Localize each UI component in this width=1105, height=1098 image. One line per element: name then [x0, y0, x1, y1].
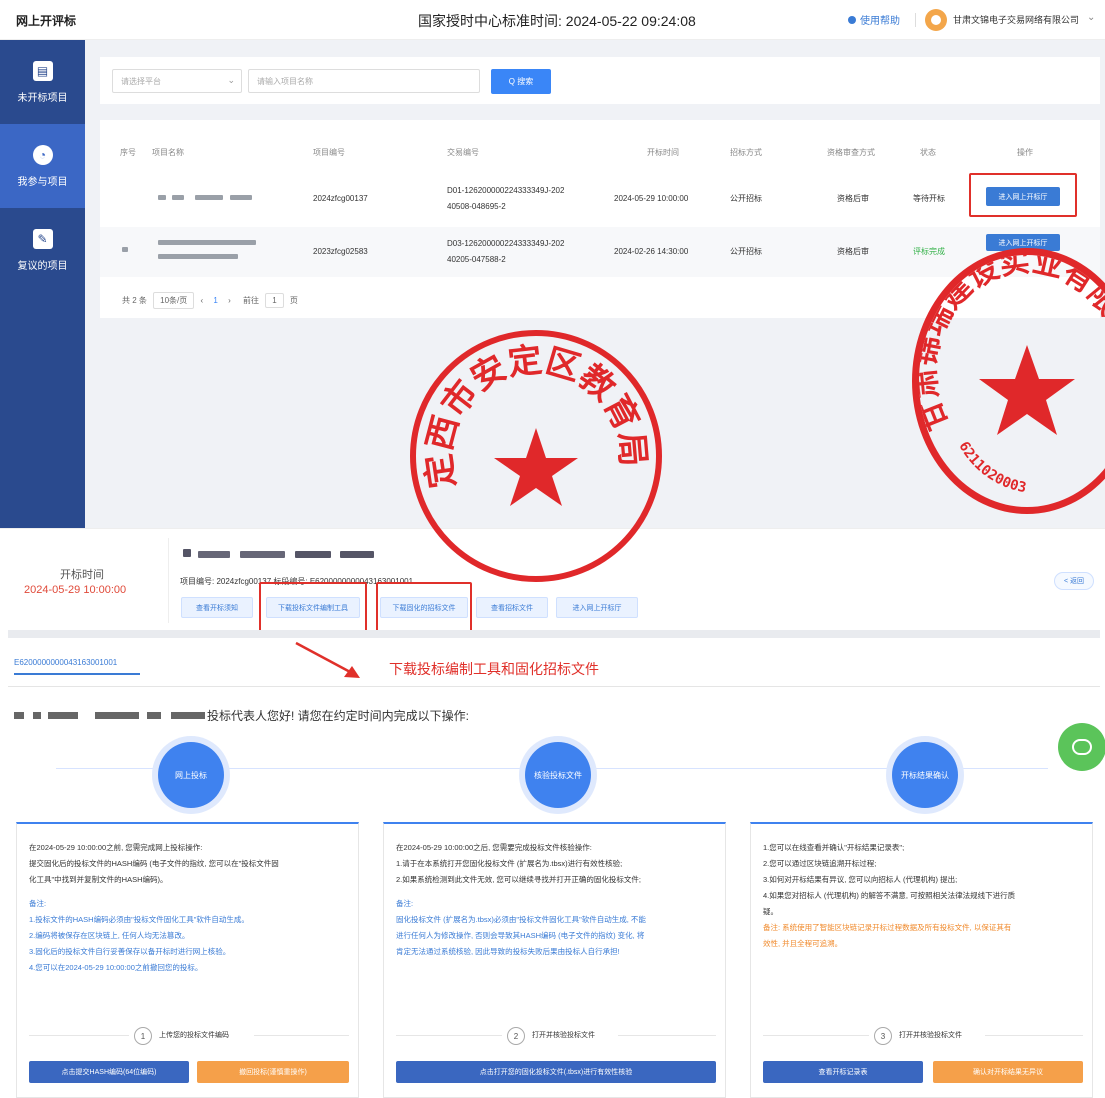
step-label: 上传您的投标文件编码 — [159, 1032, 229, 1039]
step-label: 打开并核验投标文件 — [532, 1032, 595, 1039]
step-circle-bid: 网上投标 — [158, 742, 224, 808]
redacted-text — [147, 712, 161, 719]
panel-note: 备注: — [396, 899, 414, 908]
redacted-text — [33, 712, 41, 719]
step-label: 打开并核验投标文件 — [899, 1032, 962, 1039]
seal-stamp-company: 甘肃锦瑞建设实业有限 6211020003 — [912, 248, 1105, 514]
step-divider — [29, 1035, 129, 1036]
svg-text:6211020003: 6211020003 — [955, 439, 1027, 496]
redacted-text — [95, 712, 139, 719]
redacted-text — [14, 712, 24, 719]
step-number: 1 — [134, 1027, 152, 1045]
step-number: 3 — [874, 1027, 892, 1045]
chat-icon — [1072, 739, 1092, 755]
view-record-button[interactable]: 查看开标记录表 — [763, 1061, 923, 1083]
redacted-text — [48, 712, 78, 719]
step-circle-confirm: 开标结果确认 — [892, 742, 958, 808]
panel-warning: 备注: 系统使用了智能区块链记录开标过程数据及所有投标文件, 以保证其有 效性,… — [763, 920, 1083, 952]
panel-notes: 备注: 固化投标文件 (扩展名为.tbsx)必须由"投标文件固化工具"软件自动生… — [396, 896, 716, 960]
panel-line: 在2024-05-29 10:00:00之前, 您需完成网上投标操作: — [29, 843, 203, 852]
withdraw-bid-button[interactable]: 撤回投标(谨慎重操作) — [197, 1061, 349, 1083]
chat-button[interactable] — [1058, 723, 1105, 771]
step-divider — [618, 1035, 716, 1036]
redacted-text — [171, 712, 205, 719]
panel-line: 在2024-05-29 10:00:00之后, 您需要完成投标文件核验操作: — [396, 843, 592, 852]
panel-text: 1.您可以在线查看并确认"开标结果记录表"; 2.您可以通过区块链追溯开标过程;… — [763, 840, 1083, 920]
step-divider — [396, 1035, 502, 1036]
greeting-text: 投标代表人您好! 请您在约定时间内完成以下操作: — [207, 709, 470, 723]
panel-warn-line: 效性, 并且全程可追溯。 — [763, 939, 843, 948]
panel-warn-line: 备注: 系统使用了智能区块链记录开标过程数据及所有投标文件, 以保证其有 — [763, 923, 1012, 932]
panel-note: 4.您可以在2024-05-29 10:00:00之前撤回您的投标。 — [29, 963, 203, 972]
panel-line: 4.如果您对招标人 (代理机构) 的解答不满意, 可按照相关法律法规线下进行质 — [763, 891, 1016, 900]
seal-stamp-education-bureau: 定西市安定区教育局 — [410, 330, 662, 582]
open-verify-button[interactable]: 点击打开您的固化投标文件(.tbsx)进行有效性核验 — [396, 1061, 716, 1083]
annotation-text: 下载投标编制工具和固化招标文件 — [389, 661, 599, 677]
panel-note: 备注: — [29, 899, 47, 908]
step-divider — [254, 1035, 349, 1036]
panel-verify: 在2024-05-29 10:00:00之后, 您需要完成投标文件核验操作: 1… — [383, 822, 726, 1098]
panel-line: 1.您可以在线查看并确认"开标结果记录表"; — [763, 843, 905, 852]
panel-note: 肯定无法通过系统核验, 因此导致的投标失败后果由投标人自行承担! — [396, 947, 620, 956]
seal-code: 6211020003 — [955, 439, 1027, 496]
panel-text: 在2024-05-29 10:00:00之前, 您需完成网上投标操作: 提交固化… — [29, 840, 349, 888]
seal-graphic: 定西市安定区教育局 — [419, 340, 653, 506]
panel-note: 1.投标文件的HASH编码必须由"投标文件固化工具"软件自动生成。 — [29, 915, 249, 924]
panel-online-bid: 在2024-05-29 10:00:00之前, 您需完成网上投标操作: 提交固化… — [16, 822, 359, 1098]
panel-line: 化工具"中找到并复制文件的HASH编码)。 — [29, 875, 168, 884]
panel-notes: 备注: 1.投标文件的HASH编码必须由"投标文件固化工具"软件自动生成。 2.… — [29, 896, 349, 976]
panel-text: 在2024-05-29 10:00:00之后, 您需要完成投标文件核验操作: 1… — [396, 840, 716, 888]
panel-confirm: 1.您可以在线查看并确认"开标结果记录表"; 2.您可以通过区块链追溯开标过程;… — [750, 822, 1093, 1098]
step-divider — [763, 1035, 869, 1036]
seal-graphic: 甘肃锦瑞建设实业有限 6211020003 — [919, 255, 1105, 496]
panel-note: 3.固化后的投标文件自行妥善保存以备开标时进行网上核验。 — [29, 947, 231, 956]
panel-note: 固化投标文件 (扩展名为.tbsx)必须由"投标文件固化工具"软件自动生成, 不… — [396, 915, 646, 924]
panel-line: 1.请于在本系统打开您固化投标文件 (扩展名为.tbsx)进行有效性核验; — [396, 859, 623, 868]
panel-line: 3.如何对开标结果有异议, 您可以向招标人 (代理机构) 提出; — [763, 875, 958, 884]
panel-line: 提交固化后的投标文件的HASH编码 (电子文件的指纹, 您可以在"投标文件固 — [29, 859, 279, 868]
panel-note: 进行任何人为修改操作, 否则会导致其HASH编码 (电子文件的指纹) 变化, 将 — [396, 931, 645, 940]
step-divider — [985, 1035, 1083, 1036]
panel-note: 2.编码将被保存在区块链上, 任何人均无法篡改。 — [29, 931, 190, 940]
submit-hash-button[interactable]: 点击提交HASH编码(64位编码) — [29, 1061, 189, 1083]
step-circle-verify: 核验投标文件 — [525, 742, 591, 808]
step-number: 2 — [507, 1027, 525, 1045]
confirm-no-objection-button[interactable]: 确认对开标结果无异议 — [933, 1061, 1083, 1083]
panel-line: 2.您可以通过区块链追溯开标过程; — [763, 859, 877, 868]
panel-line: 疑。 — [763, 907, 778, 916]
panel-line: 2.如果系统检测到此文件无效, 您可以继续寻找并打开正确的固化投标文件; — [396, 875, 642, 884]
